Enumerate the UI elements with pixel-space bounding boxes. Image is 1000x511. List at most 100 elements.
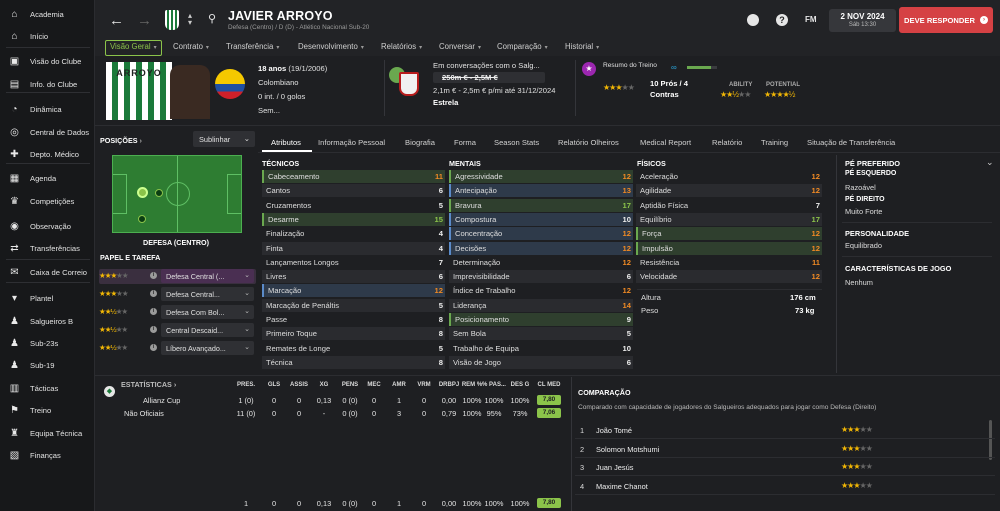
role-dropdown[interactable]: Central Descaid... ⌄ xyxy=(161,323,254,337)
sidebar-item[interactable]: ♛ Competições xyxy=(0,191,95,211)
comparison-row[interactable]: 4 Maxime Chanot ★★★★★ xyxy=(575,477,995,495)
sidebar-item[interactable]: ▤ Info. do Clube xyxy=(0,74,95,94)
club-crest-icon[interactable] xyxy=(165,10,179,30)
sidebar-item[interactable]: ✚ Depto. Médico xyxy=(0,144,95,164)
tab-top[interactable]: Historial ▾ xyxy=(565,42,599,56)
role-dropdown[interactable]: Líbero Avançado... ⌄ xyxy=(161,341,254,355)
sidebar-item[interactable]: ⌂ Academia xyxy=(0,4,95,24)
date-display[interactable]: 2 NOV 2024 Sáb 13:30 xyxy=(829,9,896,32)
content-tab[interactable]: Forma xyxy=(454,138,476,147)
divider xyxy=(384,60,385,116)
sidebar-item-label: Início xyxy=(30,31,49,41)
stats-row-label[interactable]: Não Oficiais xyxy=(124,409,164,418)
role-row[interactable]: ★★½★★ i Líbero Avançado... ⌄ xyxy=(99,341,256,356)
stats-header[interactable]: ASSIS xyxy=(285,382,313,388)
info-icon[interactable]: i xyxy=(150,308,157,315)
sidebar-item[interactable]: ▣ Visão do Clube xyxy=(0,51,95,71)
sidebar-item[interactable]: ◎ Central de Dados xyxy=(0,122,95,142)
attribute-row: Primeiro Toque 8 xyxy=(262,327,445,341)
globe-icon[interactable] xyxy=(747,14,759,26)
forward-arrow-icon[interactable]: → xyxy=(137,12,152,29)
fisicos-title: FÍSICOS xyxy=(637,159,666,168)
content-tab[interactable]: Atributos xyxy=(271,138,301,147)
positions-title[interactable]: POSIÇÕES › xyxy=(100,136,142,145)
attribute-row: Cantos 6 xyxy=(262,184,445,198)
highlight-dropdown-label: Sublinhar xyxy=(199,135,231,144)
role-dropdown[interactable]: Defesa Central (... ⌄ xyxy=(161,269,254,283)
search-icon[interactable]: ⚲ xyxy=(208,12,216,25)
attribute-name: Aceleração xyxy=(640,172,678,181)
info-icon[interactable]: i xyxy=(150,344,157,351)
stats-header[interactable]: MEC xyxy=(360,382,388,388)
sidebar-item[interactable]: ◉ Observação xyxy=(0,216,95,236)
potential-label: POTENTIAL xyxy=(766,82,800,88)
content-tab[interactable]: Informação Pessoal xyxy=(318,138,385,147)
comparison-row[interactable]: 2 Solomon Motshumi ★★★★★ xyxy=(575,440,995,458)
role-dropdown[interactable]: Defesa Com Bol... ⌄ xyxy=(161,305,254,319)
sidebar-item[interactable]: ▥ Tácticas xyxy=(0,378,95,398)
sidebar-item[interactable]: ⚑ Treino xyxy=(0,400,95,420)
comparison-row[interactable]: 1 João Tomé ★★★★★ xyxy=(575,421,995,439)
tab-top[interactable]: Comparação ▾ xyxy=(497,42,548,56)
info-icon[interactable]: i xyxy=(150,290,157,297)
sidebar-item[interactable]: ▾ Plantel xyxy=(0,288,95,308)
traits-value: Nenhum xyxy=(845,278,873,287)
info-icon[interactable]: i xyxy=(150,326,157,333)
content-tab[interactable]: Relatório xyxy=(712,138,742,147)
sidebar-item-label: Equipa Técnica xyxy=(30,428,83,438)
fm-logo[interactable]: FM xyxy=(805,15,817,24)
content-tab[interactable]: Season Stats xyxy=(494,138,539,147)
comparison-row[interactable]: 3 Juan Jesús ★★★★★ xyxy=(575,458,995,477)
highlight-dropdown[interactable]: Sublinhar ⌄ xyxy=(193,131,255,147)
stats-header[interactable]: % PAS... xyxy=(480,382,508,388)
attribute-row: Visão de Jogo 6 xyxy=(449,355,633,369)
updown-chevron-icon[interactable]: ▴ ▾ xyxy=(188,12,192,27)
content-tab[interactable]: Medical Report xyxy=(640,138,691,147)
stats-header[interactable]: GLS xyxy=(260,382,288,388)
role-dropdown[interactable]: Defesa Central... ⌄ xyxy=(161,287,254,301)
tab-top[interactable]: Relatórios ▾ xyxy=(381,42,422,56)
help-icon[interactable]: ? xyxy=(776,14,788,26)
sidebar-item[interactable]: ♟ Sub-23s xyxy=(0,333,95,353)
chevron-down-icon[interactable]: ⌄ xyxy=(986,157,994,168)
content-tab[interactable]: Training xyxy=(761,138,788,147)
role-row[interactable]: ★★★★★ i Defesa Central (... ⌄ xyxy=(99,269,256,284)
sidebar-divider xyxy=(6,92,90,93)
back-arrow-icon[interactable]: ← xyxy=(109,12,124,29)
sidebar-item[interactable]: ♜ Equipa Técnica xyxy=(0,423,95,443)
sidebar-item[interactable]: ▦ Agenda xyxy=(0,168,95,188)
tab-top[interactable]: Transferência ▾ xyxy=(226,42,279,56)
tab-top[interactable]: Conversar ▾ xyxy=(439,42,481,56)
stats-header[interactable]: VRM xyxy=(410,382,438,388)
sidebar-item[interactable]: ♟ Sub-19 xyxy=(0,355,95,375)
stats-header[interactable]: PRES. xyxy=(232,382,260,388)
attribute-value: 12 xyxy=(622,243,631,253)
tab-top[interactable]: Visão Geral ▾ xyxy=(105,40,162,56)
content-tab[interactable]: Relatório Olheiros xyxy=(558,138,619,147)
respond-button[interactable]: DEVE RESPONDER › xyxy=(899,7,993,33)
sidebar-item[interactable]: ▧ Finanças xyxy=(0,445,95,465)
tab-top[interactable]: Contrato ▾ xyxy=(173,42,209,56)
stats-header[interactable]: DES G xyxy=(506,382,534,388)
sidebar-item[interactable]: ⇄ Transferências xyxy=(0,238,95,258)
sidebar-item[interactable]: ⌂ Início xyxy=(0,26,95,46)
role-row[interactable]: ★★½★★ i Central Descaid... ⌄ xyxy=(99,323,256,338)
sidebar-item[interactable]: ✉ Caixa de Correio xyxy=(0,262,95,282)
content-tab[interactable]: Situação de Transferência xyxy=(807,138,895,147)
sidebar: ⌂ Academia ⌂ Início ▣ Visão do Clube ▤ Info. do… xyxy=(0,0,95,511)
attribute-value: 12 xyxy=(811,243,820,253)
stats-header[interactable]: AMR xyxy=(385,382,413,388)
stats-title[interactable]: ESTATÍSTICAS › xyxy=(121,380,176,389)
sidebar-item[interactable]: ◔ Dinâmica xyxy=(0,99,95,119)
sidebar-item[interactable]: ♟ Salgueiros B xyxy=(0,311,95,331)
chevron-down-icon: ⌄ xyxy=(243,134,250,143)
stats-row-label[interactable]: Allianz Cup xyxy=(143,396,180,405)
chevron-down-icon: ▾ xyxy=(419,45,423,51)
tab-top[interactable]: Desenvolvimento ▾ xyxy=(298,42,364,56)
role-row[interactable]: ★★½★★ i Defesa Com Bol... ⌄ xyxy=(99,305,256,320)
info-icon[interactable]: i xyxy=(150,272,157,279)
content-tab[interactable]: Biografia xyxy=(405,138,435,147)
role-row[interactable]: ★★★★★ i Defesa Central... ⌄ xyxy=(99,287,256,302)
stats-header[interactable]: XG xyxy=(310,382,338,388)
stats-header[interactable]: CL MED xyxy=(535,382,563,388)
